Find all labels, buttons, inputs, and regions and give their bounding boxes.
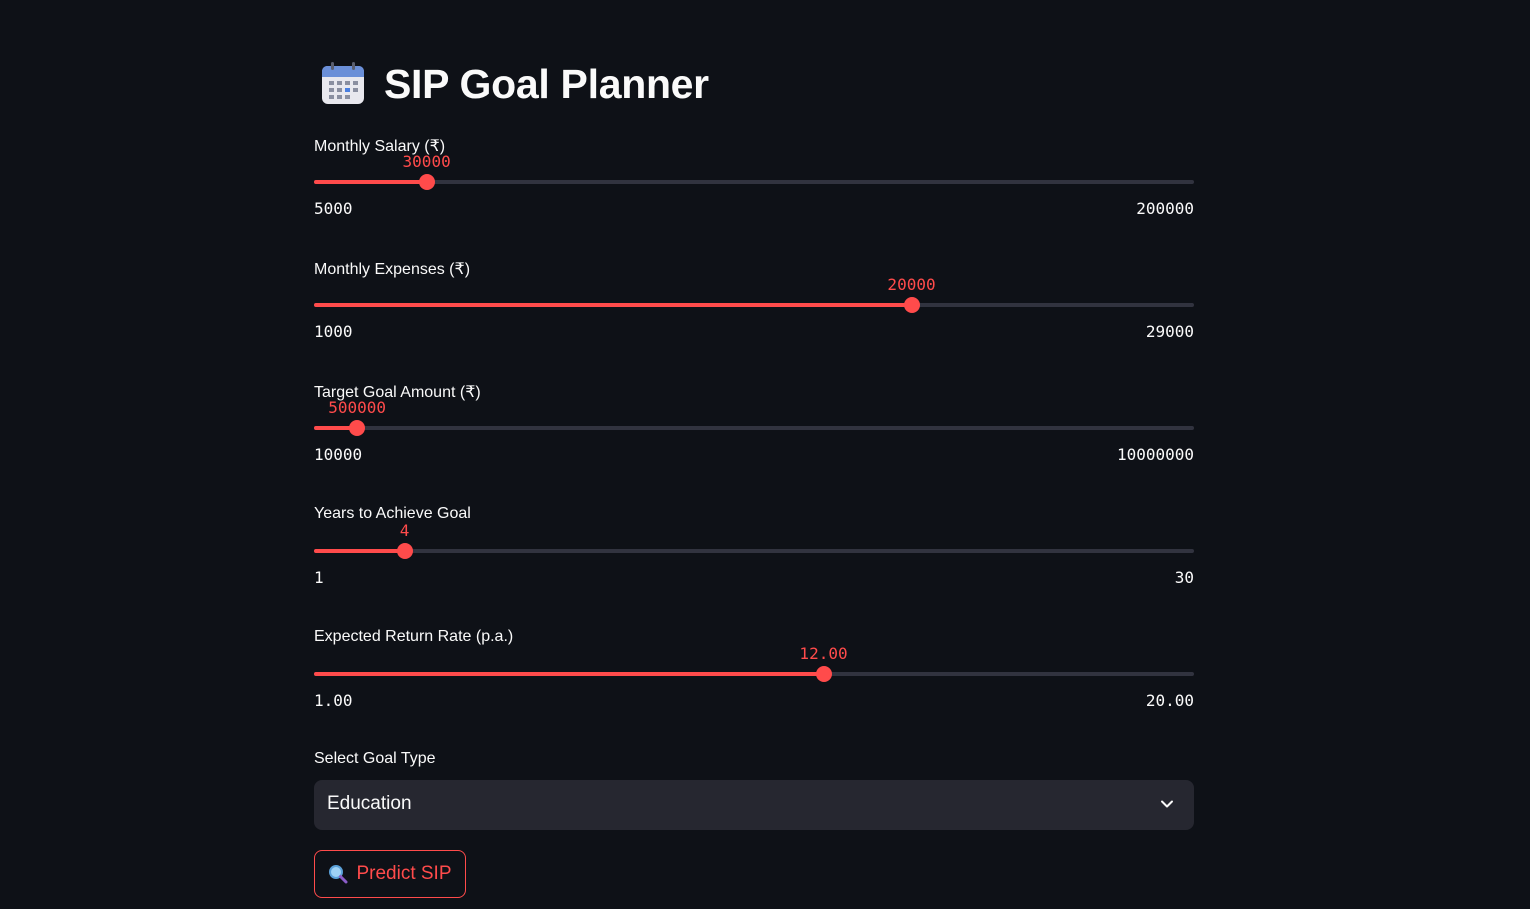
goal-type-select[interactable]: Education bbox=[314, 780, 1194, 830]
slider-min: 1000 bbox=[314, 322, 353, 341]
slider-max: 200000 bbox=[1136, 199, 1194, 218]
page-title: SIP Goal Planner bbox=[384, 60, 709, 107]
slider-value: 4 bbox=[399, 521, 410, 540]
slider-value: 12.00 bbox=[799, 644, 848, 663]
slider-min: 10000 bbox=[314, 445, 363, 464]
slider-fill bbox=[314, 303, 912, 307]
return-rate-slider: Expected Return Rate (p.a.) 12.00 1.00 2… bbox=[314, 628, 1194, 728]
goal-type-selected: Education bbox=[327, 793, 412, 814]
page-header: SIP Goal Planner bbox=[320, 58, 709, 110]
slider-track[interactable] bbox=[314, 543, 1194, 559]
slider-value: 20000 bbox=[887, 275, 936, 294]
monthly-salary-slider: Monthly Salary (₹) 30000 5000 200000 bbox=[314, 136, 1194, 236]
slider-max: 30 bbox=[1174, 568, 1194, 587]
slider-track[interactable] bbox=[314, 297, 1194, 313]
slider-thumb[interactable] bbox=[396, 543, 413, 559]
slider-min: 1 bbox=[314, 568, 324, 587]
target-goal-slider: Target Goal Amount (₹) 500000 10000 1000… bbox=[314, 382, 1194, 482]
magnifying-glass-icon bbox=[329, 865, 348, 884]
slider-fill bbox=[314, 180, 427, 184]
slider-value: 30000 bbox=[402, 152, 451, 171]
slider-max: 20.00 bbox=[1145, 691, 1194, 710]
chevron-down-icon bbox=[1161, 800, 1173, 808]
monthly-expenses-slider: Monthly Expenses (₹) 20000 1000 29000 bbox=[314, 259, 1194, 359]
years-slider: Years to Achieve Goal 4 1 30 bbox=[314, 505, 1194, 605]
slider-thumb[interactable] bbox=[903, 297, 920, 313]
slider-thumb[interactable] bbox=[418, 174, 435, 190]
goal-type-label: Select Goal Type bbox=[314, 750, 436, 767]
slider-thumb[interactable] bbox=[349, 420, 366, 436]
slider-track[interactable] bbox=[314, 174, 1194, 190]
slider-label: Expected Return Rate (p.a.) bbox=[314, 628, 514, 645]
slider-track[interactable] bbox=[314, 420, 1194, 436]
slider-track[interactable] bbox=[314, 666, 1194, 682]
slider-value: 500000 bbox=[328, 398, 387, 417]
slider-min: 1.00 bbox=[314, 691, 353, 710]
slider-max: 29000 bbox=[1145, 322, 1194, 341]
slider-thumb[interactable] bbox=[815, 666, 832, 682]
slider-fill bbox=[314, 549, 405, 553]
predict-sip-button[interactable]: Predict SIP bbox=[314, 850, 466, 898]
calendar-icon bbox=[322, 62, 364, 104]
slider-label: Monthly Expenses (₹) bbox=[314, 261, 471, 278]
slider-label: Years to Achieve Goal bbox=[314, 505, 471, 522]
slider-min: 5000 bbox=[314, 199, 353, 218]
slider-max: 10000000 bbox=[1116, 445, 1194, 464]
slider-fill bbox=[314, 672, 824, 676]
predict-sip-label: Predict SIP bbox=[356, 863, 452, 884]
